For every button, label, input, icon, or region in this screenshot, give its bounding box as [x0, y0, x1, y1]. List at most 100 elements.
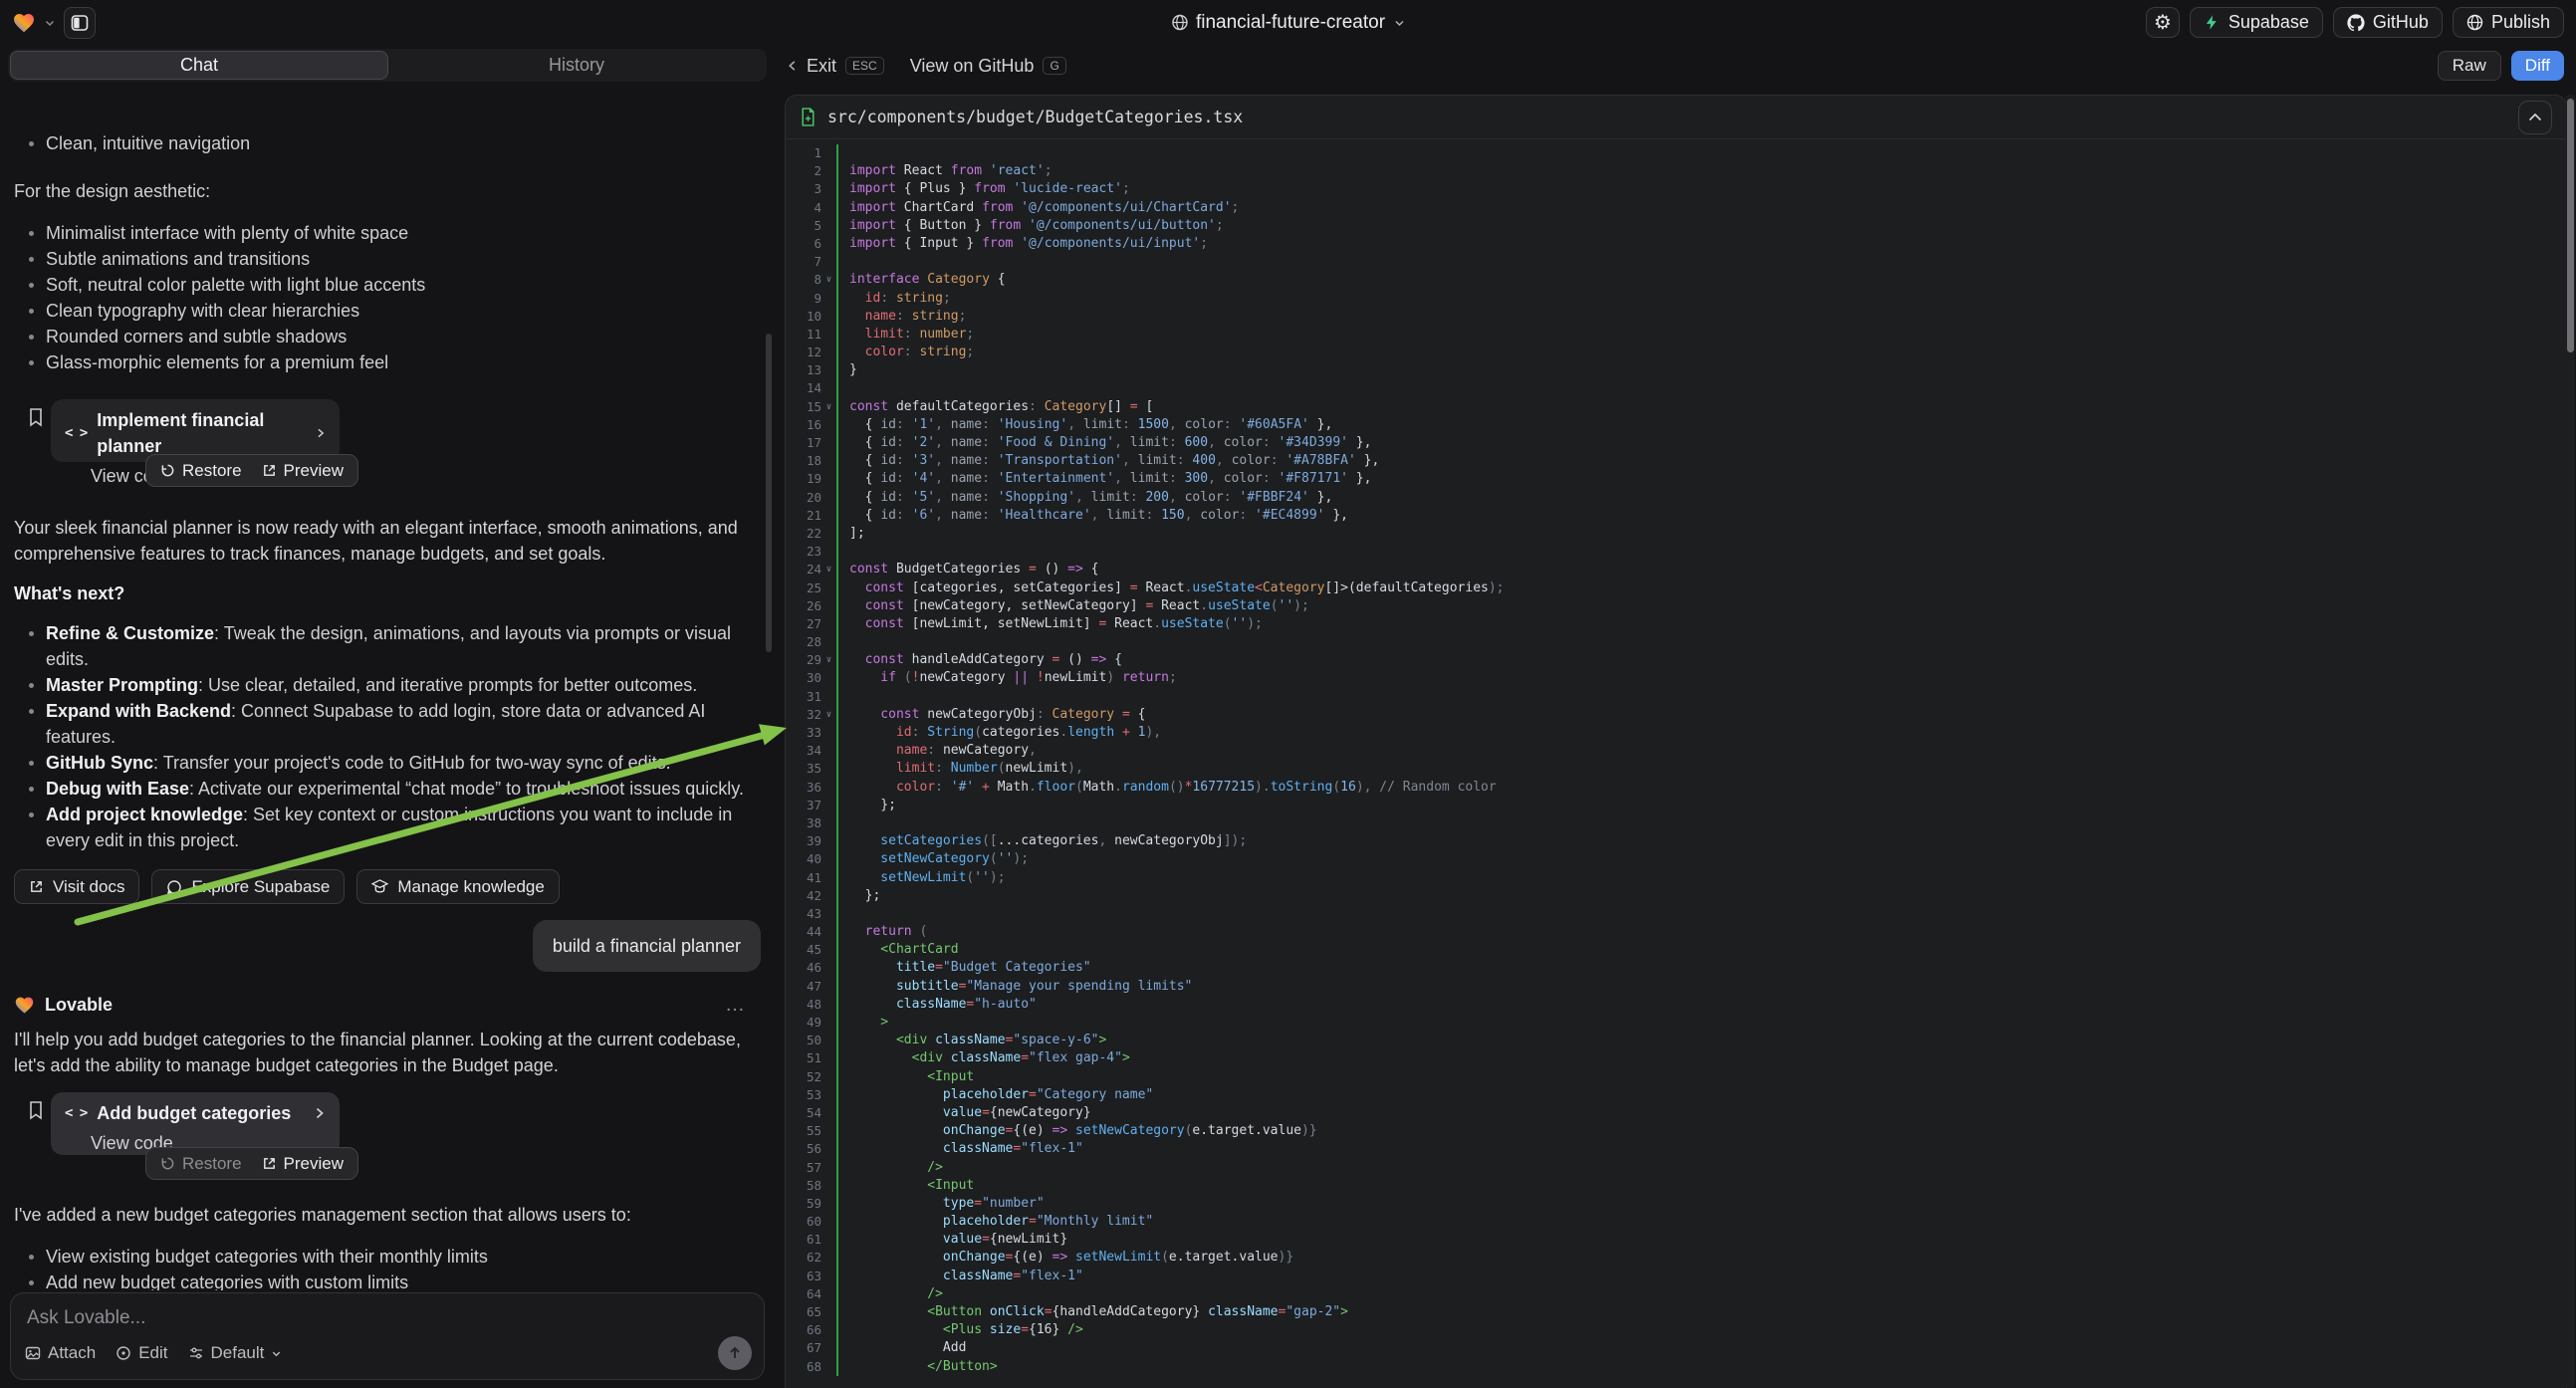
code-line: 67 Add: [786, 1339, 2566, 1357]
code-line: 24∨const BudgetCategories = () => {: [786, 561, 2566, 578]
fold-gutter: [821, 1339, 836, 1357]
next-steps-list: Refine & Customize: Tweak the design, an…: [14, 620, 761, 853]
code-line-content: return (: [836, 923, 2566, 941]
code-line: 34 name: newCategory,: [786, 742, 2566, 760]
code-line-content: value={newLimit}: [836, 1231, 2566, 1249]
code-icon: < >: [65, 1100, 87, 1126]
assistant-name: Lovable: [45, 992, 113, 1018]
fold-gutter: [821, 1049, 836, 1067]
settings-button[interactable]: ⚙: [2146, 7, 2180, 38]
code-line: 60 placeholder="Monthly limit": [786, 1213, 2566, 1231]
code-line: 36 color: '#' + Math.floor(Math.random()…: [786, 779, 2566, 797]
fold-gutter: [821, 1268, 836, 1285]
fold-chevron-icon[interactable]: ∨: [821, 561, 836, 578]
code-line: 4import ChartCard from '@/components/ui/…: [786, 199, 2566, 217]
restore-button[interactable]: Restore: [150, 458, 252, 483]
tab-history[interactable]: History: [388, 51, 765, 80]
chat-input[interactable]: [27, 1307, 748, 1329]
lovable-logo-heart-icon[interactable]: [12, 11, 36, 35]
diff-toggle-button[interactable]: Diff: [2511, 51, 2564, 81]
fold-chevron-icon[interactable]: ∨: [821, 271, 836, 289]
sliders-icon: [188, 1345, 204, 1361]
bookmark-icon[interactable]: [27, 407, 45, 427]
line-number: 61: [786, 1231, 821, 1249]
fold-gutter: [821, 688, 836, 706]
line-number: 22: [786, 525, 821, 543]
code-line-content: subtitle="Manage your spending limits": [836, 978, 2566, 996]
code-line-content: ];: [836, 525, 2566, 543]
tab-chat[interactable]: Chat: [10, 51, 388, 80]
code-scrollbar-thumb[interactable]: [2567, 99, 2574, 352]
mode-selector[interactable]: Default: [188, 1343, 283, 1363]
fold-chevron-icon[interactable]: ∨: [821, 398, 836, 416]
code-line: 68 </Button>: [786, 1358, 2566, 1376]
raw-toggle-button[interactable]: Raw: [2438, 51, 2501, 81]
version-card-block: < > Add budget categories View code Rest…: [14, 1092, 761, 1184]
top-bar: financial-future-creator ⚙ Supabase GitH…: [0, 0, 2576, 45]
fold-gutter: [821, 887, 836, 905]
bullet-item: Rounded corners and subtle shadows: [14, 324, 761, 349]
next-step-item: Master Prompting: Use clear, detailed, a…: [14, 672, 761, 698]
chevron-right-icon[interactable]: [314, 1106, 326, 1120]
preview-button[interactable]: Preview: [252, 1151, 353, 1176]
restore-button[interactable]: Restore: [150, 1151, 252, 1176]
chevron-down-icon: [271, 1348, 282, 1359]
code-editor[interactable]: 12import React from 'react';3import { Pl…: [786, 139, 2566, 1376]
attach-button[interactable]: Attach: [25, 1343, 96, 1363]
chat-scroll-area[interactable]: Clean, intuitive navigation For the desi…: [0, 128, 775, 1290]
fold-gutter: [821, 1032, 836, 1049]
code-line: 54 value={newCategory}: [786, 1104, 2566, 1122]
attach-image-icon: [25, 1345, 41, 1361]
fold-gutter: [821, 1140, 836, 1158]
fold-gutter: [821, 543, 836, 561]
visit-docs-button[interactable]: Visit docs: [14, 869, 139, 904]
add-budget-categories-card[interactable]: < > Add budget categories View code Rest…: [51, 1092, 340, 1155]
fold-gutter: [821, 1249, 836, 1267]
chat-scrollbar[interactable]: [766, 334, 772, 652]
fold-gutter: [821, 489, 836, 507]
line-number: 62: [786, 1249, 821, 1267]
view-on-github-button[interactable]: View on GitHub G: [910, 56, 1066, 77]
publish-button[interactable]: Publish: [2453, 7, 2564, 38]
line-number: 15: [786, 398, 821, 416]
sidebar-toggle-button[interactable]: [64, 7, 96, 39]
code-line: 65 <Button onClick={handleAddCategory} c…: [786, 1303, 2566, 1321]
code-line-content: onChange={(e) => setNewCategory(e.target…: [836, 1122, 2566, 1140]
next-step-item: Add project knowledge: Set key context o…: [14, 802, 761, 853]
code-line-content: title="Budget Categories": [836, 959, 2566, 977]
github-button[interactable]: GitHub: [2333, 7, 2443, 38]
project-switcher[interactable]: financial-future-creator: [1171, 0, 1405, 45]
fold-gutter: [821, 814, 836, 832]
fold-chevron-icon[interactable]: ∨: [821, 706, 836, 724]
collapse-file-button[interactable]: [2518, 101, 2552, 134]
implement-planner-card[interactable]: < > Implement financial planner View cod…: [51, 399, 340, 462]
exit-button[interactable]: Exit esc: [787, 56, 884, 77]
logo-chevron-down-icon[interactable]: [44, 17, 56, 29]
manage-knowledge-button[interactable]: Manage knowledge: [356, 869, 559, 904]
fold-gutter: [821, 760, 836, 778]
bookmark-icon[interactable]: [27, 1100, 45, 1120]
message-menu-button[interactable]: …: [725, 992, 747, 1018]
explore-supabase-button[interactable]: Explore Supabase: [151, 869, 345, 904]
preview-button[interactable]: Preview: [252, 458, 353, 483]
code-line: 19 { id: '4', name: 'Entertainment', lim…: [786, 470, 2566, 488]
code-line: 50 <div className="space-y-6">: [786, 1032, 2566, 1049]
code-line-content: { id: '1', name: 'Housing', limit: 1500,…: [836, 416, 2566, 434]
fold-gutter: [821, 1122, 836, 1140]
line-number: 57: [786, 1159, 821, 1177]
chevron-right-icon[interactable]: [316, 426, 326, 440]
code-line: 20 { id: '5', name: 'Shopping', limit: 2…: [786, 489, 2566, 507]
code-line: 31: [786, 688, 2566, 706]
fold-gutter: [821, 797, 836, 814]
line-number: 60: [786, 1213, 821, 1231]
send-button[interactable]: [718, 1336, 752, 1370]
line-number: 56: [786, 1140, 821, 1158]
help-paragraph: I'll help you add budget categories to t…: [14, 1027, 759, 1078]
line-number: 67: [786, 1339, 821, 1357]
fold-chevron-icon[interactable]: ∨: [821, 651, 836, 669]
line-number: 9: [786, 290, 821, 308]
fold-gutter: [821, 162, 836, 180]
edit-button[interactable]: Edit: [116, 1343, 167, 1363]
supabase-button[interactable]: Supabase: [2190, 7, 2323, 38]
code-scrollbar[interactable]: [2566, 95, 2575, 1388]
